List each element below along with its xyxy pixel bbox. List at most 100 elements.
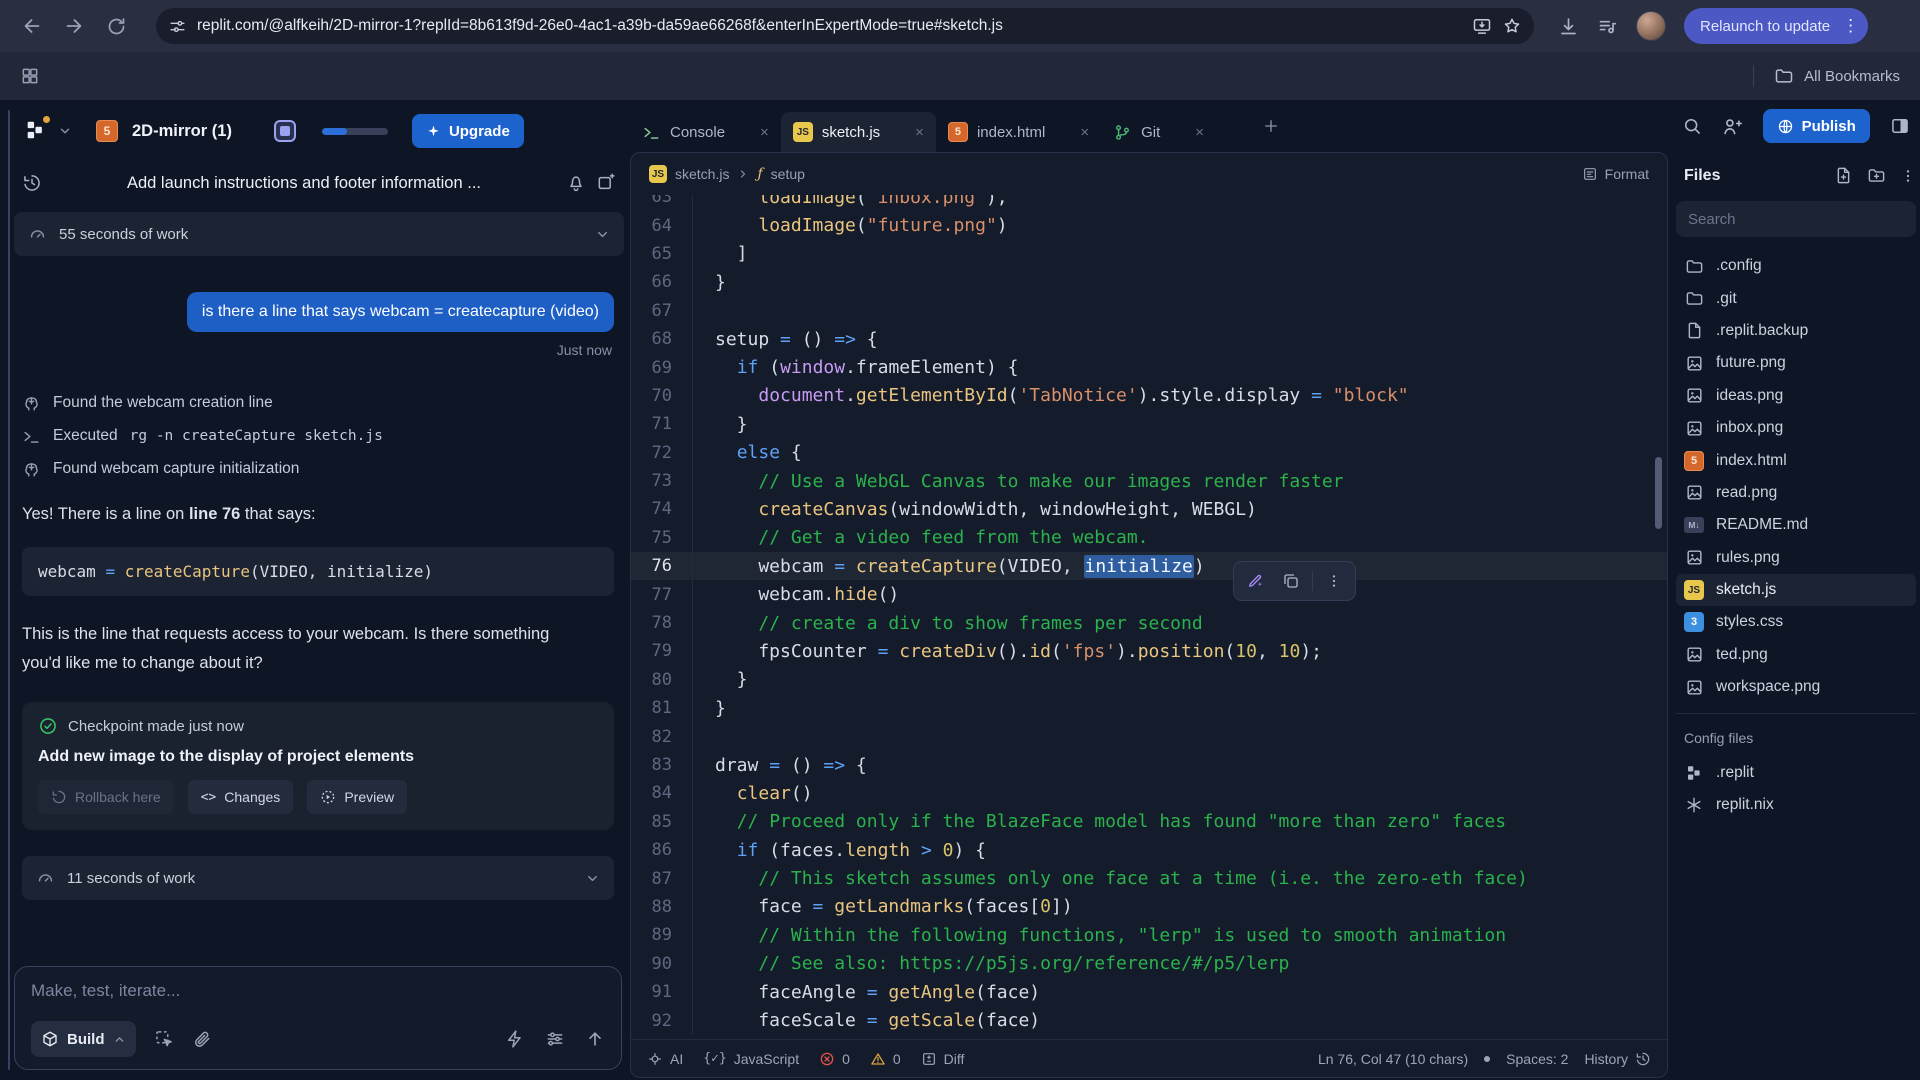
toggle-sidebar-icon[interactable] (1884, 109, 1916, 143)
line-number[interactable]: 71 (631, 410, 693, 438)
file-row-index.html[interactable]: 5index.html (1676, 444, 1916, 476)
file-row-rules.png[interactable]: rules.png (1676, 542, 1916, 574)
file-row-replit.nix[interactable]: replit.nix (1676, 789, 1916, 821)
file-row-ted.png[interactable]: ted.png (1676, 639, 1916, 671)
all-bookmarks-button[interactable]: All Bookmarks (1753, 65, 1900, 87)
line-number[interactable]: 83 (631, 751, 693, 779)
project-name[interactable]: 2D-mirror (1) (132, 122, 232, 141)
new-chat-icon[interactable] (596, 173, 616, 193)
forward-button[interactable] (56, 8, 92, 44)
new-tab-icon[interactable] (1262, 117, 1280, 135)
settings-sliders-icon[interactable] (545, 1029, 565, 1049)
errors-status[interactable]: 0 (819, 1051, 850, 1067)
line-number[interactable]: 74 (631, 495, 693, 523)
breadcrumb-file[interactable]: sketch.js (675, 166, 729, 182)
site-settings-icon[interactable] (168, 17, 187, 36)
line-number[interactable]: 81 (631, 694, 693, 722)
cursor-position[interactable]: Ln 76, Col 47 (10 chars) (1318, 1051, 1468, 1067)
line-number[interactable]: 79 (631, 637, 693, 665)
prompt-composer[interactable]: Make, test, iterate... Build (14, 966, 622, 1070)
line-number[interactable]: 63 (631, 195, 693, 211)
publish-button[interactable]: Publish (1763, 109, 1870, 143)
file-row-.replit[interactable]: .replit (1676, 756, 1916, 788)
file-row-read.png[interactable]: read.png (1676, 477, 1916, 509)
line-number[interactable]: 72 (631, 439, 693, 467)
file-row-.config[interactable]: .config (1676, 250, 1916, 282)
diff-button[interactable]: Diff (921, 1051, 965, 1067)
line-number[interactable]: 65 (631, 240, 693, 268)
line-number[interactable]: 80 (631, 666, 693, 694)
line-number[interactable]: 88 (631, 893, 693, 921)
back-button[interactable] (14, 8, 50, 44)
media-controls-icon[interactable] (1597, 16, 1618, 37)
search-icon[interactable] (1676, 109, 1708, 143)
tab-sketch.js[interactable]: JSsketch.js× (781, 112, 936, 152)
close-tab-icon[interactable]: × (1195, 124, 1204, 141)
app-window-icon[interactable] (274, 120, 296, 142)
breadcrumb-symbol[interactable]: setup (771, 166, 805, 182)
copy-insert-icon[interactable] (1274, 565, 1308, 597)
language-status[interactable]: {✓} JavaScript (703, 1051, 799, 1067)
upgrade-button[interactable]: Upgrade (412, 114, 524, 148)
work-summary-top[interactable]: 55 seconds of work (14, 212, 624, 256)
agent-step[interactable]: Found the webcam creation line (22, 390, 614, 416)
preview-button[interactable]: Preview (307, 780, 407, 814)
line-number[interactable]: 87 (631, 864, 693, 892)
new-file-icon[interactable] (1834, 166, 1853, 185)
file-row-.replit.backup[interactable]: .replit.backup (1676, 315, 1916, 347)
line-number[interactable]: 64 (631, 211, 693, 239)
code-area[interactable]: 63 loadImage("inbox.png"),64 loadImage("… (631, 195, 1667, 1039)
file-row-inbox.png[interactable]: inbox.png (1676, 412, 1916, 444)
panel-resize-handle[interactable] (8, 110, 10, 1070)
file-row-sketch.js[interactable]: JSsketch.js (1676, 574, 1916, 606)
warnings-status[interactable]: 0 (870, 1051, 901, 1067)
browser-menu-icon[interactable]: ⋮ (1842, 16, 1860, 36)
chevron-down-icon[interactable] (58, 124, 72, 138)
file-row-styles.css[interactable]: 3styles.css (1676, 606, 1916, 638)
apps-grid-icon[interactable] (20, 66, 40, 86)
line-number[interactable]: 78 (631, 609, 693, 637)
file-row-workspace.png[interactable]: workspace.png (1676, 671, 1916, 703)
file-row-ideas.png[interactable]: ideas.png (1676, 380, 1916, 412)
work-summary-bottom[interactable]: 11 seconds of work (22, 856, 614, 900)
element-selector-icon[interactable] (154, 1029, 174, 1049)
history-icon[interactable] (22, 173, 42, 193)
address-bar[interactable]: replit.com/@alfkeih/2D-mirror-1?replId=8… (156, 8, 1534, 44)
line-number[interactable]: 69 (631, 353, 693, 381)
bookmark-star-icon[interactable] (1502, 16, 1522, 36)
files-search-input[interactable]: Search (1676, 201, 1916, 237)
close-tab-icon[interactable]: × (915, 124, 924, 141)
line-number[interactable]: 92 (631, 1006, 693, 1034)
more-options-icon[interactable] (1317, 565, 1351, 597)
line-number[interactable]: 82 (631, 722, 693, 750)
line-number[interactable]: 66 (631, 268, 693, 296)
format-button[interactable]: Format (1582, 166, 1649, 182)
close-tab-icon[interactable]: × (1080, 124, 1089, 141)
line-number[interactable]: 84 (631, 779, 693, 807)
ai-status-button[interactable]: AI (647, 1051, 683, 1067)
invite-users-icon[interactable] (1716, 109, 1748, 143)
line-number[interactable]: 67 (631, 297, 693, 325)
line-number[interactable]: 75 (631, 524, 693, 552)
line-number[interactable]: 86 (631, 836, 693, 864)
tab-Git[interactable]: Git× (1101, 112, 1216, 152)
send-icon[interactable] (585, 1029, 605, 1049)
build-mode-button[interactable]: Build (31, 1021, 136, 1057)
tab-index.html[interactable]: 5index.html× (936, 112, 1101, 152)
file-row-README.md[interactable]: M↓README.md (1676, 509, 1916, 541)
changes-button[interactable]: <> Changes (188, 780, 294, 814)
agent-step[interactable]: Executedrg -n createCapture sketch.js (22, 423, 614, 449)
line-number[interactable]: 85 (631, 808, 693, 836)
relaunch-button[interactable]: Relaunch to update ⋮ (1684, 8, 1868, 44)
close-tab-icon[interactable]: × (760, 124, 769, 141)
history-button[interactable]: History (1584, 1051, 1651, 1067)
profile-avatar[interactable] (1636, 11, 1666, 41)
prompt-input[interactable]: Make, test, iterate... (31, 981, 605, 1001)
reload-button[interactable] (98, 8, 134, 44)
replit-logo-icon[interactable] (24, 119, 48, 143)
notifications-bell-icon[interactable] (566, 173, 586, 193)
attachment-icon[interactable] (192, 1029, 212, 1049)
line-number[interactable]: 89 (631, 921, 693, 949)
indentation-status[interactable]: Spaces: 2 (1506, 1051, 1568, 1067)
quick-actions-icon[interactable] (505, 1029, 525, 1049)
